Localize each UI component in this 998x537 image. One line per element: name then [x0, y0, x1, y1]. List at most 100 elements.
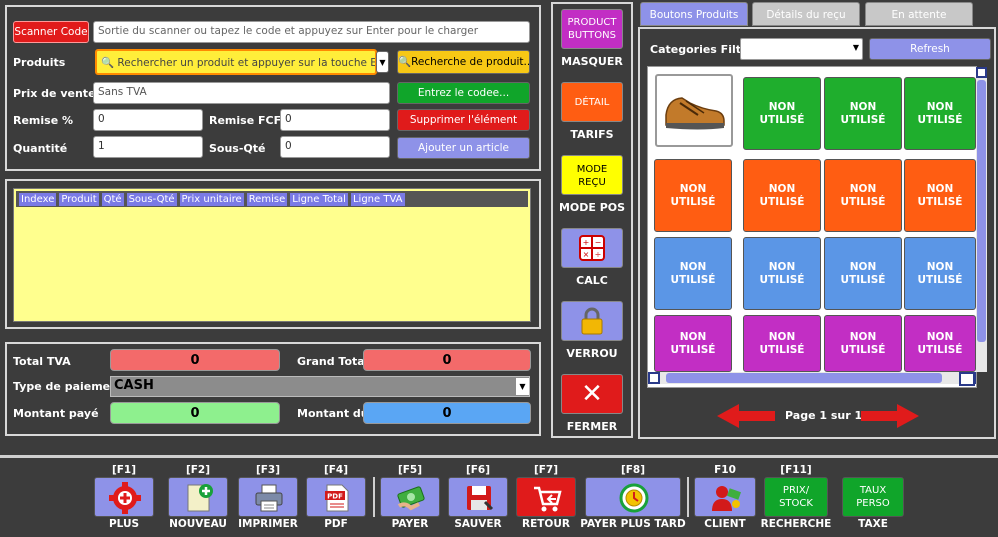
remise-fcfa-label: Remise FCFA	[209, 114, 289, 127]
product-search-placeholder: Rechercher un produit et appuyer sur la …	[117, 57, 377, 69]
toolbar-label: RECHERCHE	[760, 518, 832, 530]
toolbar-key: [F8]	[620, 464, 646, 476]
search-key-icon: 🔍	[101, 57, 115, 69]
col-ligne-total[interactable]: Ligne Total	[289, 192, 349, 207]
search-icon: 🔍	[398, 56, 412, 68]
toolbar-key: [F6]	[465, 464, 491, 476]
add-item-button[interactable]: Ajouter un article	[397, 137, 530, 159]
prix-vente-label: Prix de vente	[13, 87, 96, 100]
remise-fcfa-field[interactable]: 0	[280, 109, 390, 131]
toolbar-key: [F5]	[397, 464, 423, 476]
product-tile[interactable]: NON UTILISÉ	[743, 77, 821, 150]
product-dropdown-arrow[interactable]: ▼	[376, 51, 389, 73]
imprimer-button[interactable]	[238, 477, 298, 517]
col-qte[interactable]: Qté	[100, 192, 125, 207]
horizontal-scrollbar[interactable]	[648, 372, 976, 384]
product-tile[interactable]: NON UTILISÉ	[904, 315, 976, 372]
categories-filter-label: Categories Filter	[650, 43, 754, 56]
sous-qte-field[interactable]: 0	[280, 136, 390, 158]
toolbar-key: [F2]	[185, 464, 211, 476]
product-tile[interactable]: NON UTILISÉ	[824, 159, 902, 232]
calculator-icon: + −× ÷	[579, 235, 605, 261]
col-sous-qte[interactable]: Sous-Qté	[125, 192, 178, 207]
montant-du-label: Montant dû	[297, 407, 369, 420]
refresh-button[interactable]: Refresh	[869, 38, 991, 60]
lock-icon	[581, 307, 603, 335]
scanner-code-button[interactable]: Scanner Code	[13, 21, 89, 43]
montant-paye-value[interactable]: 0	[110, 402, 280, 424]
payer-button[interactable]	[380, 477, 440, 517]
remise-percent-field[interactable]: 0	[93, 109, 203, 131]
chevron-down-icon[interactable]: ▼	[516, 378, 529, 395]
delete-item-button[interactable]: Supprimer l'élément	[397, 109, 530, 131]
scanner-input[interactable]: Sortie du scanner ou tapez le code et ap…	[93, 21, 530, 43]
prix-stock-button[interactable]: PRIX/ STOCK	[764, 477, 828, 517]
product-tile[interactable]: NON UTILISÉ	[654, 315, 732, 372]
verrou-label: VERROU	[566, 347, 618, 360]
toolbar-key: [F3]	[255, 464, 281, 476]
col-indexe[interactable]: Indexe	[18, 192, 58, 207]
col-produit[interactable]: Produit	[58, 192, 100, 207]
save-icon	[467, 486, 494, 511]
product-tile[interactable]: NON UTILISÉ	[654, 159, 732, 232]
product-search-input[interactable]: 🔍 Rechercher un produit et appuyer sur l…	[95, 49, 377, 75]
taux-perso-button[interactable]: TAUX PERSO	[842, 477, 904, 517]
money-icon	[397, 486, 425, 511]
product-tile[interactable]: NON UTILISÉ	[904, 159, 976, 232]
sauver-button[interactable]	[448, 477, 508, 517]
grand-total-value: 0	[363, 349, 531, 371]
quantity-field[interactable]: 1	[93, 136, 203, 158]
items-table[interactable]	[13, 188, 531, 322]
previous-page-arrow-icon[interactable]	[717, 404, 775, 428]
tab-details-recu[interactable]: Détails du reçu	[752, 2, 860, 26]
product-tile[interactable]: NON UTILISÉ	[904, 77, 976, 150]
retour-button[interactable]	[516, 477, 576, 517]
product-tile-shoe[interactable]	[655, 74, 733, 147]
lock-button[interactable]	[561, 301, 623, 341]
nouveau-button[interactable]	[168, 477, 228, 517]
chevron-down-icon: ▼	[852, 43, 859, 52]
mode-recu-button[interactable]: MODE REÇU	[561, 155, 623, 195]
total-tva-value: 0	[110, 349, 280, 371]
product-tile[interactable]: NON UTILISÉ	[824, 315, 902, 372]
client-button[interactable]	[694, 477, 756, 517]
calculator-button[interactable]: + − × ÷	[561, 228, 623, 268]
next-page-arrow-icon[interactable]	[861, 404, 919, 428]
montant-du-value: 0	[363, 402, 531, 424]
prix-vente-field[interactable]: Sans TVA	[93, 82, 390, 104]
new-document-icon	[187, 484, 213, 512]
col-ligne-tva[interactable]: Ligne TVA	[349, 192, 406, 207]
svg-text:÷: ÷	[595, 250, 602, 259]
product-tile[interactable]: NON UTILISÉ	[743, 315, 821, 372]
calc-label: CALC	[576, 274, 608, 287]
col-remise[interactable]: Remise	[245, 192, 289, 207]
payer-plus-tard-button[interactable]	[585, 477, 681, 517]
toolbar-key: [F1]	[111, 464, 137, 476]
close-button[interactable]: ✕	[561, 374, 623, 414]
categories-filter-select[interactable]: ▼	[740, 38, 863, 60]
product-search-button[interactable]: 🔍Recherche de produit...	[397, 50, 530, 74]
enter-code-button[interactable]: Entrez le codee...	[397, 82, 530, 104]
scroll-up-button[interactable]	[976, 67, 987, 78]
detail-button[interactable]: DÉTAIL	[561, 82, 623, 122]
total-tva-label: Total TVA	[13, 355, 71, 368]
product-tile[interactable]: NON UTILISÉ	[824, 237, 902, 310]
payment-type-select[interactable]: CASH ▼	[110, 376, 530, 397]
tab-boutons-produits[interactable]: Boutons Produits	[640, 2, 748, 26]
product-tile[interactable]: NON UTILISÉ	[904, 237, 976, 310]
col-prix-unitaire[interactable]: Prix unitaire	[178, 192, 245, 207]
vertical-scroll-thumb[interactable]	[977, 80, 986, 342]
scroll-left-button[interactable]	[648, 372, 660, 384]
product-buttons-toggle[interactable]: PRODUCT BUTTONS	[561, 9, 623, 49]
product-tile[interactable]: NON UTILISÉ	[654, 237, 732, 310]
product-tile[interactable]: NON UTILISÉ	[743, 159, 821, 232]
items-table-header: Indexe Produit Qté Sous-Qté Prix unitaire Rem…	[16, 191, 528, 207]
vertical-scrollbar[interactable]	[976, 67, 987, 372]
pdf-button[interactable]: PDF	[306, 477, 366, 517]
plus-button[interactable]	[94, 477, 154, 517]
tab-en-attente[interactable]: En attente	[865, 2, 973, 26]
product-tile[interactable]: NON UTILISÉ	[743, 237, 821, 310]
svg-text:−: −	[595, 238, 602, 247]
product-tile[interactable]: NON UTILISÉ	[824, 77, 902, 150]
horizontal-scroll-thumb[interactable]	[666, 373, 942, 383]
